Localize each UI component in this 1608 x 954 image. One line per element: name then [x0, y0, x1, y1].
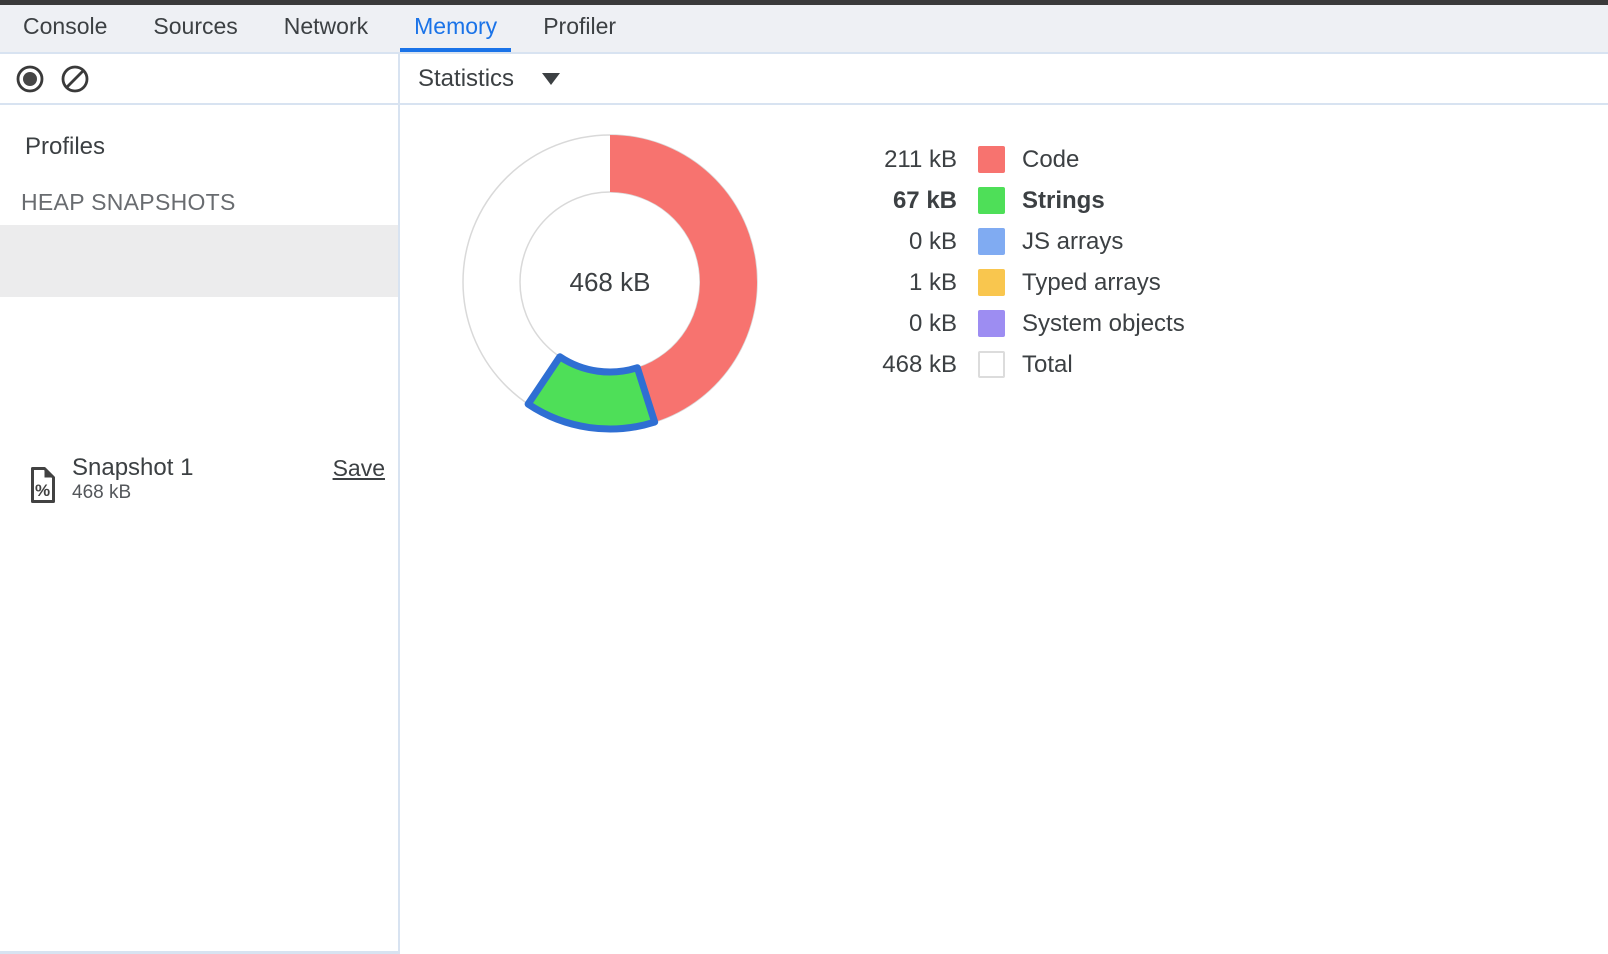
legend-amount: 0 kB [860, 310, 957, 338]
legend-swatch-strings [978, 187, 1005, 214]
legend-amount: 67 kB [860, 187, 957, 215]
legend-row-js-arrays[interactable]: 0 kB JS arrays [860, 221, 1185, 262]
heap-snapshot-document-icon: % [30, 466, 56, 504]
legend-label: JS arrays [1022, 228, 1123, 256]
legend-row-code[interactable]: 211 kB Code [860, 139, 1185, 180]
legend-amount: 0 kB [860, 228, 957, 256]
legend-row-system-objects[interactable]: 0 kB System objects [860, 303, 1185, 344]
record-heap-snapshot-button[interactable] [15, 64, 45, 94]
sidebar-item-snapshot-1[interactable]: % Snapshot 1 468 kB Save [0, 225, 398, 297]
svg-text:%: % [35, 481, 50, 500]
chevron-down-icon [542, 73, 560, 85]
legend-swatch-total [978, 351, 1005, 378]
legend-label: Total [1022, 351, 1073, 379]
legend-swatch-system-objects [978, 310, 1005, 337]
panel-divider[interactable] [398, 54, 400, 954]
legend-label: System objects [1022, 310, 1185, 338]
legend-label: Code [1022, 146, 1079, 174]
save-link[interactable]: Save [333, 455, 385, 482]
block-icon [60, 64, 90, 94]
legend: 211 kB Code 67 kB Strings 0 kB JS arrays… [860, 139, 1185, 385]
devtools-memory-panel: Console Sources Network Memory Profiler … [0, 0, 1608, 954]
tab-memory[interactable]: Memory [400, 5, 511, 52]
legend-label: Strings [1022, 187, 1105, 215]
devtools-tab-bar: Console Sources Network Memory Profiler [0, 5, 1608, 54]
clear-profiles-button[interactable] [60, 64, 90, 94]
tab-profiler[interactable]: Profiler [529, 5, 630, 52]
legend-amount: 468 kB [860, 351, 957, 379]
snapshot-name: Snapshot 1 [72, 454, 193, 482]
perspective-dropdown[interactable]: Statistics [418, 54, 560, 103]
legend-swatch-typed-arrays [978, 269, 1005, 296]
legend-swatch-js-arrays [978, 228, 1005, 255]
legend-row-typed-arrays[interactable]: 1 kB Typed arrays [860, 262, 1185, 303]
legend-amount: 211 kB [860, 146, 957, 174]
chart-center-label: 468 kB [545, 267, 675, 298]
profiles-title: Profiles [25, 133, 105, 161]
tab-console[interactable]: Console [9, 5, 121, 52]
record-icon [15, 64, 45, 94]
perspective-dropdown-label: Statistics [418, 65, 514, 93]
legend-swatch-code [978, 146, 1005, 173]
tab-network[interactable]: Network [270, 5, 382, 52]
chart-segment-strings[interactable] [528, 357, 655, 429]
heap-snapshots-heading: HEAP SNAPSHOTS [21, 189, 236, 216]
tab-sources[interactable]: Sources [139, 5, 251, 52]
legend-label: Typed arrays [1022, 269, 1161, 297]
legend-row-strings[interactable]: 67 kB Strings [860, 180, 1185, 221]
legend-row-total[interactable]: 468 kB Total [860, 344, 1185, 385]
snapshot-size: 468 kB [72, 482, 131, 504]
legend-amount: 1 kB [860, 269, 957, 297]
toolbar-left [0, 54, 398, 103]
